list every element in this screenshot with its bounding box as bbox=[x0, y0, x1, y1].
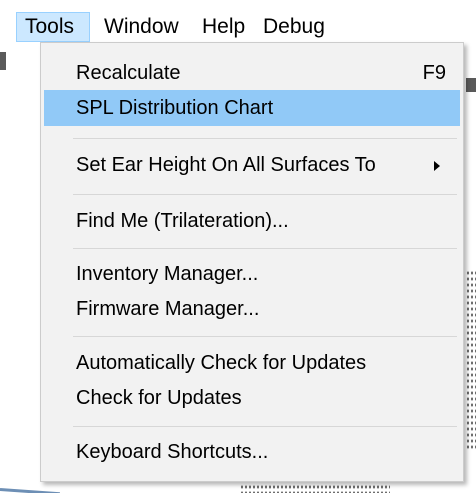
menu-separator bbox=[73, 248, 457, 249]
menu-help[interactable]: Help bbox=[194, 12, 253, 42]
menu-item-label: Check for Updates bbox=[76, 387, 242, 409]
menu-debug-label: Debug bbox=[263, 15, 325, 38]
menu-item-inventory-manager[interactable]: Inventory Manager... bbox=[44, 256, 460, 292]
menu-debug[interactable]: Debug bbox=[255, 12, 333, 42]
shortcut-label: F9 bbox=[422, 62, 446, 84]
menu-help-label: Help bbox=[202, 15, 246, 38]
menu-item-auto-check-updates[interactable]: Automatically Check for Updates bbox=[44, 345, 460, 381]
menu-item-find-me[interactable]: Find Me (Trilateration)... bbox=[44, 203, 460, 239]
menu-item-label: Firmware Manager... bbox=[76, 298, 260, 320]
menu-bar: Tools Window Help Debug bbox=[0, 0, 476, 42]
menu-tools-label: Tools bbox=[25, 15, 75, 38]
menu-separator bbox=[73, 426, 457, 427]
menu-item-label: SPL Distribution Chart bbox=[76, 97, 274, 119]
menu-window-label: Window bbox=[104, 15, 179, 38]
tools-dropdown-menu: Recalculate F9 SPL Distribution Chart Se… bbox=[40, 42, 464, 482]
menu-item-recalculate[interactable]: Recalculate F9 bbox=[44, 55, 460, 91]
menu-tools[interactable]: Tools bbox=[16, 12, 90, 42]
menu-separator bbox=[73, 194, 457, 195]
chevron-right-icon bbox=[434, 161, 440, 171]
background-line bbox=[0, 488, 60, 493]
menu-item-set-ear-height[interactable]: Set Ear Height On All Surfaces To bbox=[44, 147, 460, 183]
screen: Tools Window Help Debug Recalculate F9 S… bbox=[0, 0, 476, 493]
menu-item-label: Recalculate bbox=[76, 62, 181, 84]
menu-separator bbox=[73, 336, 457, 337]
menu-item-label: Keyboard Shortcuts... bbox=[76, 441, 269, 463]
menu-item-spl-distribution-chart[interactable]: SPL Distribution Chart bbox=[44, 90, 460, 126]
menu-separator bbox=[73, 138, 457, 139]
menu-item-check-updates[interactable]: Check for Updates bbox=[44, 380, 460, 416]
background-dotted-pattern bbox=[240, 484, 390, 493]
menu-item-firmware-manager[interactable]: Firmware Manager... bbox=[44, 291, 460, 327]
background-app-fragment bbox=[466, 78, 476, 92]
background-dotted-pattern bbox=[466, 270, 476, 450]
menu-item-label: Inventory Manager... bbox=[76, 263, 259, 285]
menu-item-label: Automatically Check for Updates bbox=[76, 352, 367, 374]
menu-window[interactable]: Window bbox=[96, 12, 187, 42]
menu-item-label: Find Me (Trilateration)... bbox=[76, 210, 289, 232]
menu-item-keyboard-shortcuts[interactable]: Keyboard Shortcuts... bbox=[44, 434, 460, 470]
menu-item-label: Set Ear Height On All Surfaces To bbox=[76, 154, 376, 176]
background-app-fragment bbox=[0, 52, 6, 70]
